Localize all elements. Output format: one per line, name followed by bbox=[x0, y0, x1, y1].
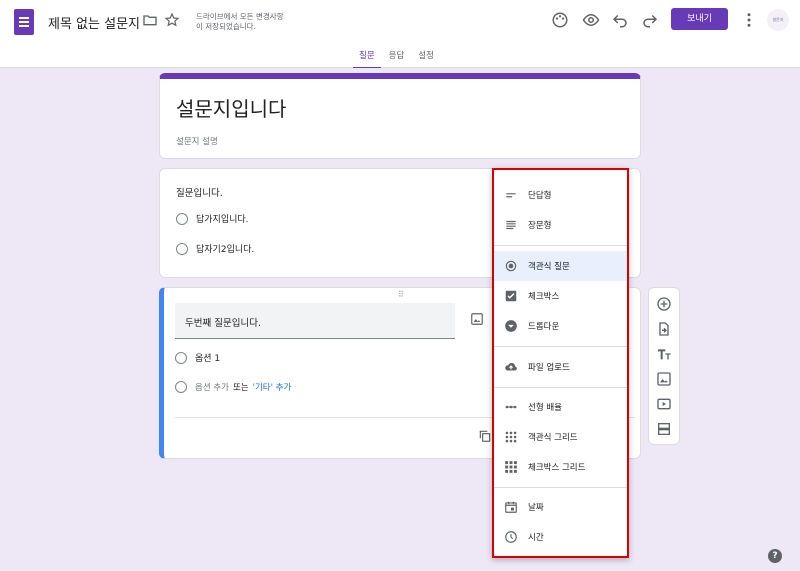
help-icon[interactable]: ? bbox=[768, 549, 782, 563]
menu-divider bbox=[494, 346, 627, 347]
avatar[interactable]: 설문지 bbox=[767, 9, 789, 31]
question-type-menu: 단답형 장문형 객관식 질문 체크박스 드롭다운 파일 업로드 선형 배율 객관… bbox=[492, 168, 629, 558]
option-row[interactable]: 답자기2입니다. bbox=[176, 242, 254, 255]
form-description[interactable]: 설문지 설명 bbox=[176, 135, 218, 147]
save-status: 드라이브에서 모든 변경사항 이 저장되었습니다. bbox=[196, 12, 284, 31]
send-button[interactable]: 보내기 bbox=[671, 8, 728, 30]
menu-item-file-upload[interactable]: 파일 업로드 bbox=[494, 352, 627, 382]
option-label: 답자기2입니다. bbox=[196, 245, 255, 255]
import-questions-icon[interactable] bbox=[656, 321, 672, 337]
forms-logo-icon[interactable] bbox=[14, 9, 34, 35]
tab-responses[interactable]: 응답 bbox=[383, 46, 411, 69]
short-answer-icon bbox=[506, 193, 516, 198]
menu-item-checkbox-grid[interactable]: 체크박스 그리드 bbox=[494, 452, 627, 482]
menu-divider bbox=[494, 245, 627, 246]
radio-icon bbox=[176, 212, 188, 225]
duplicate-icon[interactable] bbox=[478, 429, 492, 443]
menu-item-paragraph[interactable]: 장문형 bbox=[494, 210, 627, 240]
form-editor-area: 설문지입니다 설문지 설명 질문입니다. 답가지입니다. 답자기2입니다. ⠿ … bbox=[0, 68, 800, 571]
menu-divider bbox=[494, 387, 627, 388]
add-title-icon[interactable] bbox=[656, 346, 672, 362]
question-title: 질문입니다. bbox=[176, 188, 223, 199]
radio-icon bbox=[176, 242, 188, 255]
folder-icon[interactable] bbox=[142, 12, 158, 28]
drag-handle-icon[interactable]: ⠿ bbox=[398, 290, 405, 299]
radio-icon bbox=[175, 381, 187, 393]
document-title[interactable]: 제목 없는 설문지 bbox=[48, 13, 140, 32]
floating-toolbar bbox=[648, 287, 680, 445]
menu-item-dropdown[interactable]: 드롭다운 bbox=[494, 311, 627, 341]
add-section-icon[interactable] bbox=[656, 421, 672, 437]
add-option-row[interactable]: 옵션 추가 또는 '기타' 추가 bbox=[175, 381, 291, 393]
paragraph-icon bbox=[506, 220, 516, 230]
dropdown-icon bbox=[505, 320, 517, 332]
radio-icon bbox=[175, 351, 187, 364]
add-image-icon[interactable] bbox=[470, 312, 484, 326]
top-app-bar: 제목 없는 설문지 드라이브에서 모든 변경사항 이 저장되었습니다. 보내기 … bbox=[0, 0, 800, 69]
linear-scale-icon bbox=[505, 405, 517, 409]
menu-divider bbox=[494, 487, 627, 488]
calendar-icon bbox=[505, 501, 517, 513]
menu-item-date[interactable]: 날짜 bbox=[494, 492, 627, 522]
checkbox-icon bbox=[505, 290, 517, 302]
form-title[interactable]: 설문지입니다 bbox=[176, 93, 286, 122]
star-icon[interactable] bbox=[164, 12, 180, 28]
option-label: 답가지입니다. bbox=[196, 215, 249, 225]
checkbox-grid-icon bbox=[505, 461, 517, 473]
menu-item-multiple-choice-grid[interactable]: 객관식 그리드 bbox=[494, 422, 627, 452]
option-label[interactable]: 옵션 1 bbox=[195, 351, 220, 364]
radio-icon bbox=[505, 260, 517, 272]
add-question-icon[interactable] bbox=[656, 296, 672, 312]
add-video-icon[interactable] bbox=[656, 396, 672, 412]
form-title-card[interactable]: 설문지입니다 설문지 설명 bbox=[159, 73, 641, 159]
menu-item-multiple-choice[interactable]: 객관식 질문 bbox=[494, 251, 627, 281]
preview-eye-icon[interactable] bbox=[582, 11, 600, 29]
question-title-input[interactable]: 두번째 질문입니다. bbox=[175, 303, 455, 339]
option-row[interactable]: 답가지입니다. bbox=[176, 212, 249, 225]
menu-item-linear-scale[interactable]: 선형 배율 bbox=[494, 392, 627, 422]
option-row[interactable]: 옵션 1 bbox=[175, 351, 220, 364]
cloud-upload-icon bbox=[505, 363, 517, 371]
tab-bar: 질문 응답 설정 bbox=[353, 46, 442, 69]
menu-item-short-answer[interactable]: 단답형 bbox=[494, 180, 627, 210]
menu-item-checkbox[interactable]: 체크박스 bbox=[494, 281, 627, 311]
tab-questions[interactable]: 질문 bbox=[353, 46, 381, 69]
more-vert-icon[interactable] bbox=[740, 11, 758, 29]
add-option-link[interactable]: 옵션 추가 bbox=[195, 381, 229, 393]
add-image-icon[interactable] bbox=[656, 371, 672, 387]
redo-icon[interactable] bbox=[641, 11, 659, 29]
clock-icon bbox=[505, 531, 517, 543]
add-other-link[interactable]: '기타' 추가 bbox=[253, 381, 292, 393]
tab-settings[interactable]: 설정 bbox=[412, 46, 440, 69]
undo-icon[interactable] bbox=[611, 11, 629, 29]
or-text: 또는 bbox=[232, 383, 249, 393]
grid-icon bbox=[505, 431, 517, 443]
palette-icon[interactable] bbox=[551, 11, 569, 29]
menu-item-time[interactable]: 시간 bbox=[494, 522, 627, 552]
